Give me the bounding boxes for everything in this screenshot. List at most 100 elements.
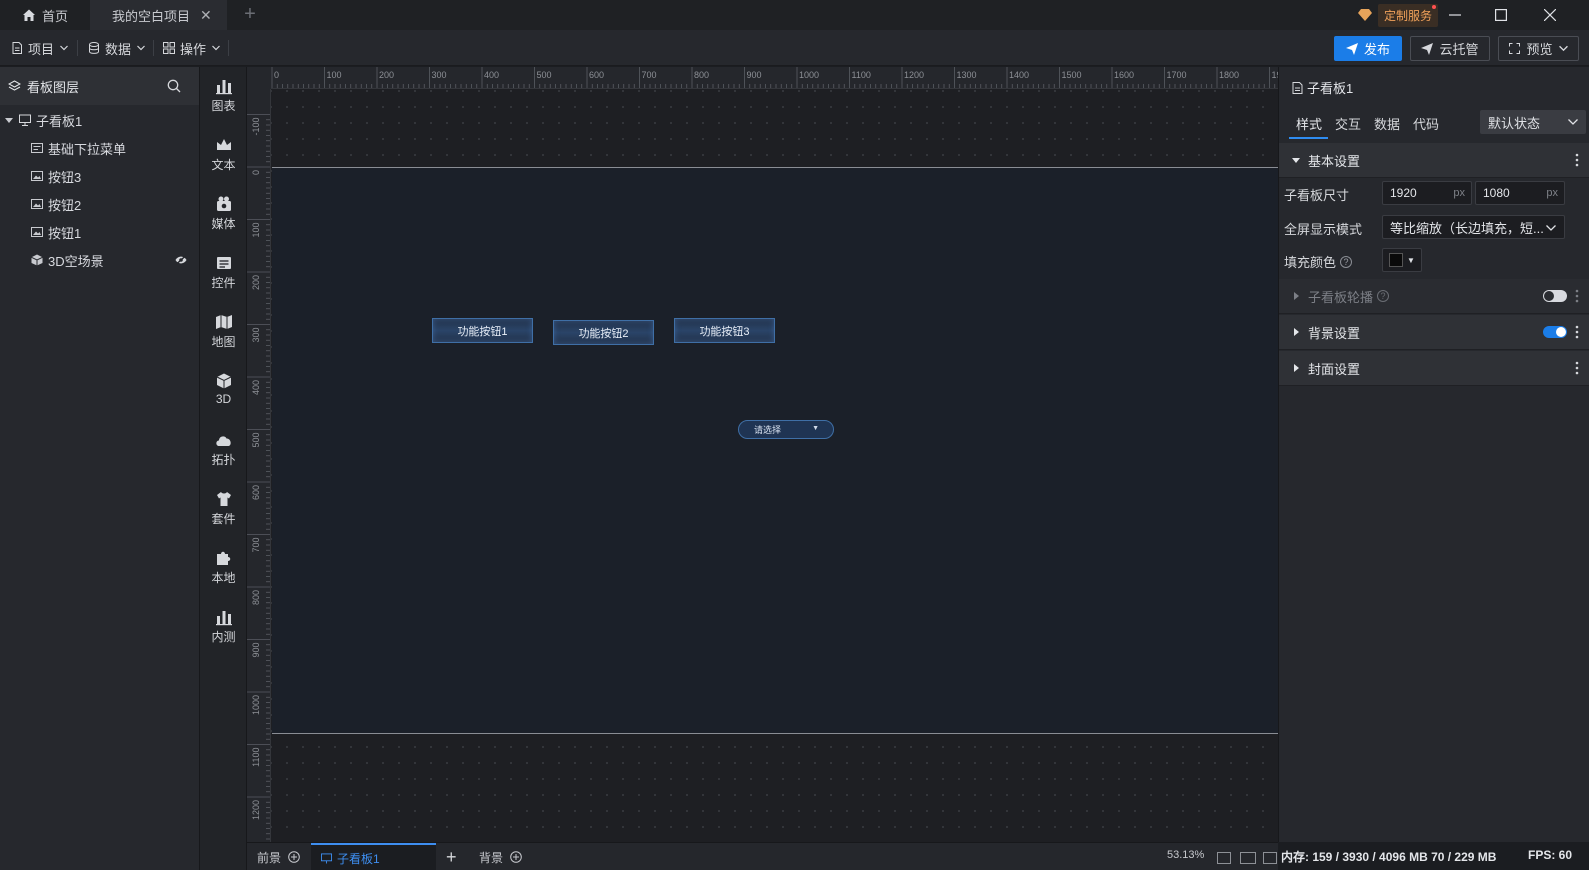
tab-data[interactable]: 数据 bbox=[1374, 114, 1400, 133]
ruler-label: 500 bbox=[537, 70, 552, 80]
basic-dropdown[interactable]: 请选择 ▼ bbox=[738, 420, 834, 439]
section-basic-settings[interactable]: 基本设置 bbox=[1279, 143, 1589, 178]
layer-item-board[interactable]: 子看板1 bbox=[0, 106, 199, 134]
minimize-button[interactable] bbox=[1432, 0, 1478, 30]
more-vertical-icon[interactable] bbox=[1575, 289, 1579, 303]
background-toggle[interactable] bbox=[1543, 326, 1567, 338]
cloud-host-button[interactable]: 云托管 bbox=[1410, 36, 1490, 61]
tab-foreground[interactable]: 前景 bbox=[257, 843, 300, 870]
maximize-button[interactable] bbox=[1478, 0, 1524, 30]
cube-icon bbox=[216, 373, 231, 389]
ruler-label: 900 bbox=[747, 70, 762, 80]
category-control[interactable]: 控件 bbox=[200, 254, 247, 310]
menu-project[interactable]: 项目 bbox=[11, 30, 68, 66]
tab-interaction[interactable]: 交互 bbox=[1335, 114, 1361, 133]
status-bar: 内存: 159 / 3930 / 4096 MB 70 / 229 MB FPS… bbox=[1278, 842, 1589, 870]
category-beta[interactable]: 内测 bbox=[200, 608, 247, 664]
carousel-toggle[interactable] bbox=[1543, 290, 1567, 302]
menu-data[interactable]: 数据 bbox=[88, 30, 145, 66]
layer-item-button2[interactable]: 按钮2 bbox=[0, 190, 199, 218]
canvas-area[interactable]: 功能按钮1 功能按钮2 功能按钮3 请选择 ▼ 0 100 200 300 400 500… bbox=[247, 67, 1278, 842]
keyboard-icon[interactable] bbox=[1240, 852, 1256, 864]
category-map[interactable]: 地图 bbox=[200, 313, 247, 369]
fill-color-label: 填充颜色 ? bbox=[1284, 252, 1353, 271]
add-circle-icon[interactable] bbox=[288, 851, 300, 863]
ruler-label: 300 bbox=[251, 328, 261, 343]
eye-hidden-icon[interactable] bbox=[175, 255, 187, 265]
board-height-input[interactable]: 1080 px bbox=[1475, 181, 1565, 205]
menu-project-label: 项目 bbox=[28, 41, 55, 57]
category-media[interactable]: 媒体 bbox=[200, 195, 247, 251]
function-button-1[interactable]: 功能按钮1 bbox=[432, 318, 533, 343]
close-icon[interactable]: ✕ bbox=[200, 7, 212, 24]
help-icon[interactable]: ? bbox=[1377, 290, 1390, 302]
layer-item-3d-scene[interactable]: 3D空场景 bbox=[0, 246, 199, 274]
publish-button[interactable]: 发布 bbox=[1334, 36, 1402, 61]
layer-item-label: 子看板1 bbox=[36, 113, 83, 129]
menu-data-label: 数据 bbox=[105, 41, 132, 57]
layer-item-button3[interactable]: 按钮3 bbox=[0, 162, 199, 190]
dropdown-placeholder: 请选择 bbox=[754, 425, 782, 435]
function-button-3[interactable]: 功能按钮3 bbox=[674, 318, 775, 343]
dropdown-icon bbox=[31, 143, 43, 153]
search-icon[interactable] bbox=[167, 79, 181, 93]
layer-item-button1[interactable]: 按钮1 bbox=[0, 218, 199, 246]
ruler-label: 500 bbox=[251, 433, 261, 448]
category-3d[interactable]: 3D bbox=[200, 372, 247, 428]
cube-icon bbox=[31, 254, 43, 266]
category-local[interactable]: 本地 bbox=[200, 549, 247, 605]
layer-item-dropdown[interactable]: 基础下拉菜单 bbox=[0, 134, 199, 162]
fullscreen-mode-select[interactable]: 等比缩放（长边填充，短... bbox=[1382, 215, 1565, 239]
state-select[interactable]: 默认状态 bbox=[1480, 110, 1586, 134]
menu-operation[interactable]: 操作 bbox=[163, 30, 220, 66]
expand-icon[interactable] bbox=[1263, 852, 1277, 864]
tab-code[interactable]: 代码 bbox=[1413, 114, 1439, 133]
caret-right-icon bbox=[1294, 364, 1299, 372]
fps-status: FPS: 60 bbox=[1528, 848, 1573, 862]
tab-home-label: 首页 bbox=[42, 8, 69, 24]
database-icon bbox=[89, 42, 99, 54]
help-icon[interactable]: ? bbox=[1340, 255, 1353, 268]
zoom-level[interactable]: 53.13% bbox=[1167, 849, 1204, 861]
board-width-value: 1920 bbox=[1390, 186, 1417, 200]
section-cover-settings[interactable]: 封面设置 bbox=[1279, 351, 1589, 386]
tab-sub-board[interactable]: 子看板1 bbox=[311, 843, 436, 870]
caret-down-icon[interactable] bbox=[5, 116, 13, 124]
custom-service[interactable]: 定制服务 bbox=[1358, 3, 1439, 27]
category-text[interactable]: 文本 bbox=[200, 136, 247, 192]
add-board-button[interactable]: + bbox=[446, 843, 457, 870]
category-suite[interactable]: 套件 bbox=[200, 490, 247, 546]
grid-icon bbox=[163, 42, 175, 54]
close-window-button[interactable] bbox=[1527, 0, 1573, 30]
category-chart[interactable]: 图表 bbox=[200, 77, 247, 133]
tab-background[interactable]: 背景 bbox=[479, 843, 522, 870]
vertical-ruler: -100 0 100 200 300 400 500 600 700 800 900 1000 1100… bbox=[247, 89, 271, 842]
more-vertical-icon[interactable] bbox=[1575, 153, 1579, 167]
function-button-2[interactable]: 功能按钮2 bbox=[553, 320, 654, 345]
layer-item-label: 按钮2 bbox=[48, 197, 82, 213]
board-width-input[interactable]: 1920 px bbox=[1382, 181, 1472, 205]
ruler-label: 1100 bbox=[251, 748, 261, 767]
layers-header: 看板图层 bbox=[0, 67, 199, 105]
sub-board[interactable]: 功能按钮1 功能按钮2 功能按钮3 请选择 ▼ bbox=[272, 167, 1278, 734]
section-background-settings[interactable]: 背景设置 bbox=[1279, 315, 1589, 350]
tab-project[interactable]: 我的空白项目 ✕ bbox=[90, 0, 227, 30]
ruler-label: 600 bbox=[251, 485, 261, 500]
memory-status: 内存: 159 / 3930 / 4096 MB 70 / 229 MB bbox=[1281, 850, 1497, 864]
tab-home[interactable]: 首页 bbox=[0, 0, 90, 30]
add-tab-button[interactable]: + bbox=[240, 2, 260, 28]
preview-button[interactable]: 预览 bbox=[1498, 36, 1579, 61]
fit-screen-icon[interactable] bbox=[1217, 852, 1231, 864]
add-circle-icon[interactable] bbox=[510, 851, 522, 863]
fill-color-picker[interactable]: ▼ bbox=[1382, 248, 1422, 272]
layer-item-label: 按钮3 bbox=[48, 169, 82, 185]
section-board-carousel[interactable]: 子看板轮播 ? bbox=[1279, 279, 1589, 314]
more-vertical-icon[interactable] bbox=[1575, 361, 1579, 375]
more-vertical-icon[interactable] bbox=[1575, 325, 1579, 339]
tab-style[interactable]: 样式 bbox=[1296, 114, 1322, 133]
ruler-label: 200 bbox=[251, 275, 261, 290]
ruler-label: 1000 bbox=[799, 70, 819, 80]
tab-label: 背景 bbox=[479, 850, 504, 865]
category-topology[interactable]: 拓扑 bbox=[200, 431, 247, 487]
ruler-label: 1600 bbox=[1114, 70, 1134, 80]
